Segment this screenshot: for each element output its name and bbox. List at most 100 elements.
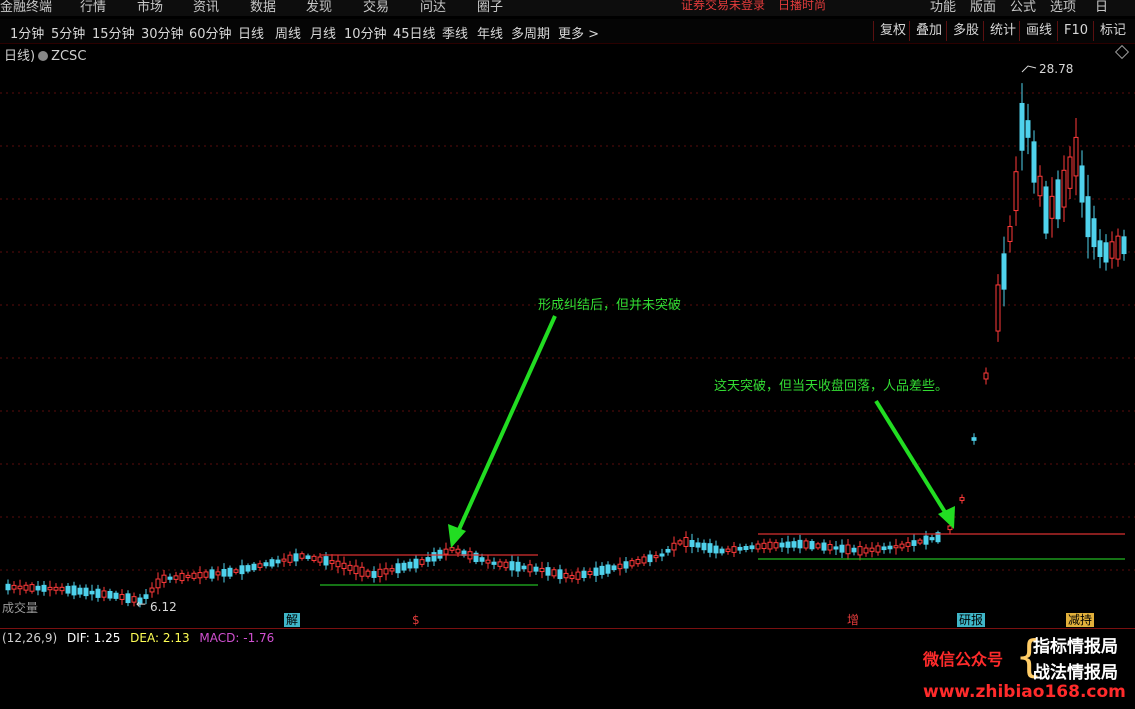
settings-dot-icon[interactable] [38, 51, 49, 61]
candle-body [11, 584, 17, 590]
dif-label: DIF: [67, 631, 90, 645]
candle-body [1061, 169, 1067, 208]
period-60min[interactable]: 60分钟 [189, 23, 232, 42]
candle-body [485, 559, 491, 564]
watermark: 微信公众号 { 指标情报局 战法情报局 www.zhibiao168.com [915, 630, 1135, 708]
menu-item-formula[interactable]: 公式 [1010, 0, 1036, 15]
candle-body [665, 548, 671, 553]
kline-canvas[interactable] [0, 44, 1135, 628]
candle-body [569, 575, 575, 579]
period-5min[interactable]: 5分钟 [51, 23, 85, 42]
candle-body [173, 575, 179, 580]
menu-item-news[interactable]: 资讯 [193, 0, 219, 15]
candle-body [113, 592, 119, 599]
period-multi[interactable]: 多周期 [511, 23, 550, 42]
event-tag-dividend[interactable]: $ [410, 613, 422, 627]
menu-item-trade[interactable]: 交易 [363, 0, 389, 15]
candle-body [377, 568, 383, 578]
macd-readout: (12,26,9) DIF: 1.25 DEA: 2.13 MACD: -1.7… [2, 631, 280, 645]
candle-body [659, 553, 665, 557]
candle-body [863, 547, 869, 554]
candle-body [287, 554, 293, 563]
candle-body [107, 590, 113, 599]
mark-button[interactable]: 标记 [1093, 21, 1126, 41]
candle-body [1085, 196, 1091, 238]
candle-body [521, 565, 527, 570]
period-10min[interactable]: 10分钟 [344, 23, 387, 42]
candle-body [431, 552, 437, 562]
candle-body [53, 586, 59, 591]
overlay-button[interactable]: 叠加 [909, 21, 942, 41]
f10-button[interactable]: F10 [1057, 21, 1088, 41]
candle-body [785, 541, 791, 548]
period-weekly[interactable]: 周线 [275, 23, 301, 42]
candle-body [47, 586, 53, 591]
high-marker-line [1021, 65, 1037, 73]
candle-body [257, 563, 263, 568]
candle-body [533, 566, 539, 572]
candle-body [83, 587, 89, 597]
candle-body [815, 543, 821, 549]
candle-body [1091, 218, 1097, 248]
candle-body [227, 567, 233, 577]
menu-item-day[interactable]: 日 [1095, 0, 1108, 15]
candle-body [881, 546, 887, 551]
menu-item-layout[interactable]: 版面 [970, 0, 996, 15]
candle-body [527, 564, 533, 573]
menu-item-quotes[interactable]: 行情 [80, 0, 106, 15]
period-more[interactable]: 更多 > [558, 23, 599, 42]
candle-body [725, 548, 731, 552]
event-tag-reduce[interactable]: 减持 [1066, 613, 1095, 627]
annotation-arrowhead-2 [938, 506, 955, 529]
multi-stock-button[interactable]: 多股 [946, 21, 979, 41]
draw-line-button[interactable]: 画线 [1019, 21, 1052, 41]
event-tag-unlock[interactable]: 解 [284, 613, 301, 627]
candle-body [689, 540, 695, 547]
menu-item-circle[interactable]: 圈子 [477, 0, 503, 15]
period-quarterly[interactable]: 季线 [442, 23, 468, 42]
period-yearly[interactable]: 年线 [477, 23, 503, 42]
event-tag-increase[interactable]: 增 [845, 613, 861, 627]
candle-body [155, 578, 161, 589]
menu-item-function[interactable]: 功能 [930, 0, 956, 15]
menu-item-terminal[interactable]: 金融终端 [0, 0, 52, 15]
candle-body [245, 565, 251, 572]
candle-body [539, 567, 545, 573]
candle-body [359, 566, 365, 577]
period-15min[interactable]: 15分钟 [92, 23, 135, 42]
candle-body [275, 559, 281, 564]
login-status[interactable]: 证券交易未登录 [681, 0, 765, 13]
event-tag-research[interactable]: 研报 [957, 613, 986, 627]
menu-item-market[interactable]: 市场 [137, 0, 163, 15]
candle-body [1013, 171, 1019, 212]
candle-body [731, 546, 737, 553]
candle-body [395, 563, 401, 574]
candle-body [29, 584, 35, 592]
candle-body [875, 545, 881, 553]
adjust-button[interactable]: 复权 [873, 21, 906, 41]
candle-body [335, 560, 341, 568]
statistics-button[interactable]: 统计 [983, 21, 1016, 41]
candle-body [755, 543, 761, 550]
kline-chart[interactable]: 日线) ZCSC 28.78 6.12 ← 形成纠结后，但并未突破 这天突破，但当… [0, 44, 1135, 628]
candle-body [515, 561, 521, 572]
candle-body [419, 559, 425, 565]
period-1min[interactable]: 1分钟 [10, 23, 44, 42]
broadcast-status[interactable]: 日播时尚 [778, 0, 826, 13]
period-45day[interactable]: 45日线 [393, 23, 436, 42]
candle-body [35, 585, 41, 591]
stock-label[interactable]: 日线) ZCSC [4, 45, 86, 64]
menu-item-options[interactable]: 选项 [1050, 0, 1076, 15]
period-30min[interactable]: 30分钟 [141, 23, 184, 42]
candle-body [929, 537, 935, 541]
menu-item-data[interactable]: 数据 [250, 0, 276, 15]
candle-body [1043, 186, 1049, 234]
candle-body [41, 584, 47, 592]
period-daily[interactable]: 日线 [238, 23, 264, 42]
menu-item-discover[interactable]: 发现 [306, 0, 332, 15]
candle-body [593, 567, 599, 576]
candle-body [869, 547, 875, 552]
candle-body [23, 584, 29, 591]
period-monthly[interactable]: 月线 [310, 23, 336, 42]
menu-item-wenda[interactable]: 问达 [420, 0, 446, 15]
